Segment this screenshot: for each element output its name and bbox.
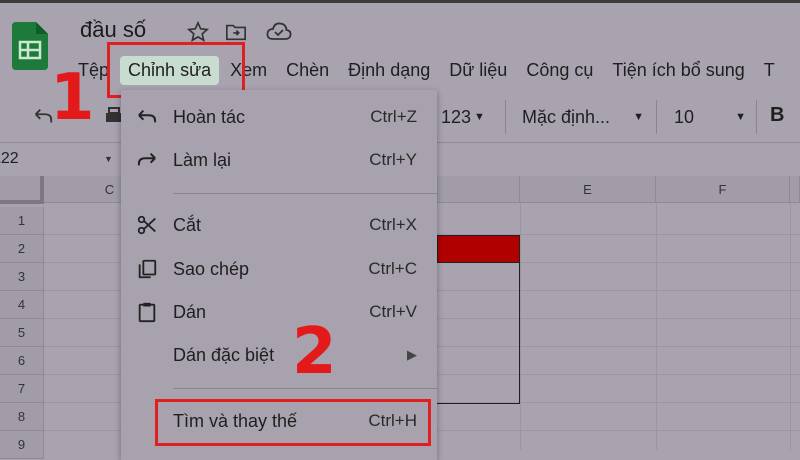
grid-line xyxy=(656,203,657,450)
column-header-e[interactable]: E xyxy=(520,176,656,203)
redo-icon xyxy=(121,151,173,169)
window-top-border xyxy=(0,0,800,3)
clipboard-icon xyxy=(121,301,173,323)
menu-item-label: Cắt xyxy=(173,214,202,235)
row-header-5[interactable]: 5 xyxy=(0,319,44,347)
menu-item-label: Hoàn tác xyxy=(173,106,246,127)
menu-truncated[interactable]: T xyxy=(764,60,775,81)
frozen-row-divider[interactable] xyxy=(0,200,44,204)
menu-insert[interactable]: Chèn xyxy=(286,60,329,81)
menu-item-shortcut: Ctrl+Z xyxy=(370,107,417,126)
menu-item-undo[interactable]: Hoàn tác Ctrl+Z xyxy=(121,97,437,137)
menu-addons[interactable]: Tiện ích bổ sung xyxy=(612,60,744,81)
menu-data[interactable]: Dữ liệu xyxy=(449,60,507,81)
menu-format[interactable]: Định dạng xyxy=(348,60,430,81)
toolbar-divider xyxy=(756,100,757,134)
row-header-7[interactable]: 7 xyxy=(0,375,44,403)
corner-header[interactable] xyxy=(0,176,44,203)
filled-header-cell[interactable] xyxy=(437,235,520,263)
sheets-app-icon[interactable] xyxy=(12,22,48,70)
step-1-annotation: 1 xyxy=(50,61,95,135)
font-size-dropdown[interactable]: 10 ▼ xyxy=(674,104,746,130)
column-header-f[interactable]: F xyxy=(656,176,790,203)
row-header-4[interactable]: 4 xyxy=(0,291,44,319)
step-2-annotation: 2 xyxy=(292,315,337,389)
bold-button[interactable]: B xyxy=(770,104,784,127)
menu-item-label: Làm lại xyxy=(173,149,232,170)
grid-line xyxy=(520,203,521,450)
menu-item-redo[interactable]: Làm lại Ctrl+Y xyxy=(121,140,437,180)
chevron-down-icon: ▼ xyxy=(735,111,746,123)
row-header-1[interactable]: 1 xyxy=(0,207,44,235)
find-replace-highlight-box xyxy=(155,399,431,446)
menu-separator xyxy=(173,193,437,194)
name-box-dropdown-icon[interactable]: ▼ xyxy=(104,154,113,164)
scissors-icon xyxy=(121,214,173,236)
font-family-label: Mặc định... xyxy=(522,106,611,127)
star-icon[interactable] xyxy=(186,20,210,44)
font-family-dropdown[interactable]: Mặc định... ▼ xyxy=(522,104,644,130)
menu-item-paste[interactable]: Dán Ctrl+V xyxy=(121,292,437,332)
row-header-6[interactable]: 6 xyxy=(0,347,44,375)
menu-item-label: Sao chép xyxy=(173,258,250,279)
row-header-3[interactable]: 3 xyxy=(0,263,44,291)
table-border-region xyxy=(437,263,520,404)
menu-item-paste-special[interactable]: Dán đặc biệt ▶ xyxy=(121,335,437,375)
menu-item-shortcut: Ctrl+X xyxy=(369,215,417,234)
grid-line xyxy=(790,203,791,450)
column-header-g[interactable] xyxy=(790,176,800,203)
row-header-8[interactable]: 8 xyxy=(0,403,44,431)
menu-item-shortcut: Ctrl+C xyxy=(368,259,417,278)
menu-item-cut[interactable]: Cắt Ctrl+X xyxy=(121,205,437,245)
name-box[interactable]: L22 xyxy=(0,150,19,168)
undo-icon xyxy=(121,108,173,126)
number-format-label: 123 xyxy=(441,106,472,127)
row-header-9[interactable]: 9 xyxy=(0,431,44,459)
font-size-label: 10 xyxy=(674,106,695,127)
row-header-2[interactable]: 2 xyxy=(0,235,44,263)
document-title[interactable]: đầu số xyxy=(80,17,146,43)
toolbar-divider xyxy=(505,100,506,134)
number-format-dropdown[interactable]: 123 ▼ xyxy=(441,104,485,130)
toolbar-divider xyxy=(656,100,657,134)
chevron-down-icon: ▼ xyxy=(474,111,485,123)
chevron-down-icon: ▼ xyxy=(633,111,644,123)
menu-item-copy[interactable]: Sao chép Ctrl+C xyxy=(121,249,437,289)
move-to-folder-icon[interactable] xyxy=(224,20,248,44)
copy-icon xyxy=(121,258,173,280)
menu-tools[interactable]: Công cụ xyxy=(526,60,593,81)
menu-item-shortcut: Ctrl+Y xyxy=(369,150,417,169)
cloud-status-icon[interactable] xyxy=(265,20,293,44)
